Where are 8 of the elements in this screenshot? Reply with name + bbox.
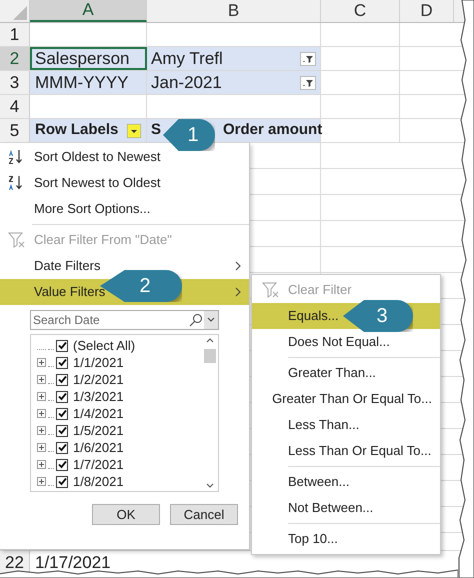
table-cell-text: 1/17/2021 bbox=[35, 552, 111, 574]
table-cell-text: Salesperson bbox=[35, 48, 130, 70]
table-cell-text: Jan-2021 bbox=[151, 72, 222, 94]
table-cell-text: Amy Trefl bbox=[151, 48, 223, 70]
table-cell-text: Order amount bbox=[223, 120, 322, 140]
table-cell-text: MMM-YYYY bbox=[35, 72, 128, 94]
table-cell-text: S bbox=[151, 120, 162, 140]
table-cell-text: Row Labels bbox=[35, 120, 118, 140]
